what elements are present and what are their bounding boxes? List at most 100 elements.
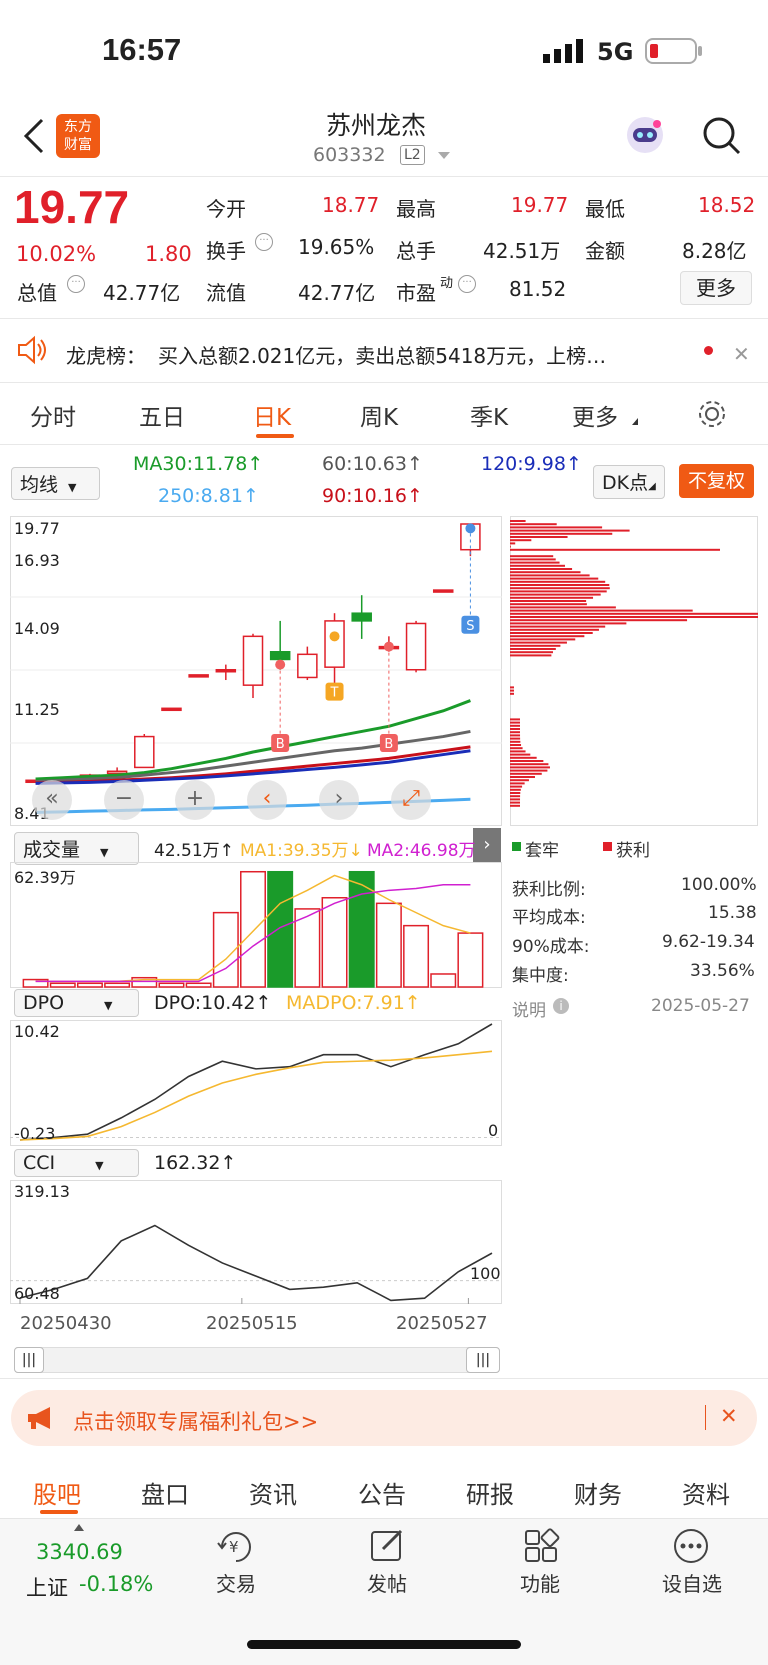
collapse-arrow-icon[interactable]: › [473,828,501,862]
candle [188,674,209,678]
index-value[interactable]: 3340.69 [36,1540,123,1564]
dist-bar [510,609,693,612]
cci-indicator-select[interactable]: CCI ▼ [14,1149,139,1177]
dist-bar [510,619,688,622]
footer-add-watchlist[interactable]: 设自选 [658,1568,726,1597]
candle [351,612,372,622]
cci-frame [10,1180,502,1304]
turnover-label: 换手 [206,239,246,263]
footer-post[interactable]: 发帖 [364,1568,410,1597]
scroll-left-button[interactable]: ‹ [247,780,287,820]
volume-bar [403,924,430,988]
volume-indicator-select[interactable]: 成交量 ▼ [14,832,139,865]
indicator-select-label: 均线 [20,474,59,496]
more-button[interactable]: 更多 [680,271,752,305]
info-icon[interactable]: ··· [458,275,476,293]
dist-bar [510,737,521,740]
kline-chart[interactable]: B B T S [10,516,502,826]
scroll-left-fast-button[interactable]: « [32,780,72,820]
volume-bar [430,973,457,988]
dpo-indicator-select[interactable]: DPO ▼ [14,989,139,1017]
info-icon[interactable]: ··· [67,275,85,293]
dist-bar [510,628,599,631]
dist-bar [510,740,521,743]
dpo-zero-label: 0 [488,1121,499,1140]
tab-5day[interactable]: 五日 [139,398,185,432]
search-icon[interactable] [702,116,742,160]
speaker-icon [16,335,48,369]
robot-assistant-icon[interactable] [624,114,666,160]
close-icon[interactable]: ✕ [733,342,750,366]
dist-bar [510,555,554,558]
scroll-right-button[interactable]: › [319,780,359,820]
ma30-line [35,699,471,781]
range-slider-track[interactable] [14,1347,500,1373]
tab-intraday[interactable]: 分时 [30,398,76,432]
dpo-chart [10,1020,502,1146]
add-watchlist-icon[interactable] [672,1527,710,1569]
volume-top-label: 62.39万 [14,868,76,887]
dist-bar [510,763,549,766]
tab-quarterly[interactable]: 季K [470,398,508,432]
trade-icon[interactable]: ¥ [216,1527,256,1569]
bottom-tab-underline [40,1510,78,1514]
dist-bar [510,766,550,769]
tab-daily[interactable]: 日K [253,398,291,432]
low-label: 最低 [585,197,625,221]
dist-bar [510,654,552,657]
zoom-out-button[interactable]: − [104,780,144,820]
promo-text[interactable]: 点击领取专属福利礼包>> [73,1406,318,1436]
notice-text[interactable]: 买入总额2.021亿元，卖出总额5418万元，上榜… [158,340,606,369]
footer-function[interactable]: 功能 [517,1568,563,1597]
dpo-top-label: 10.42 [14,1022,60,1041]
tab-weekly[interactable]: 周K [360,398,398,432]
dist-bar [510,689,514,692]
tab-more[interactable]: 更多 [572,398,618,432]
mktcap-value: 42.77亿 [103,281,181,305]
footer-trade[interactable]: 交易 [213,1568,259,1597]
function-grid-icon[interactable] [522,1527,560,1569]
volume-bar [267,870,294,988]
dist-bar [510,523,557,526]
promo-close-icon[interactable]: ✕ [720,1404,738,1428]
tab-news[interactable]: 资讯 [249,1475,297,1510]
candle [161,707,182,712]
open-value: 18.77 [322,193,380,217]
info-icon[interactable]: ··· [255,233,273,251]
t-marker-label: T [330,686,339,701]
tab-announce[interactable]: 公告 [358,1475,406,1510]
dist-bar [510,606,616,609]
tab-research[interactable]: 研报 [466,1475,514,1510]
settings-gear-icon[interactable] [697,399,727,433]
range-slider-left-handle[interactable]: ||| [14,1347,44,1373]
dist-bar [510,600,587,602]
tab-profile[interactable]: 资料 [682,1475,730,1510]
indicator-select[interactable]: 均线 ▼ [11,467,100,500]
candle [269,651,291,661]
legend-trapped: 套牢 [525,841,559,861]
range-slider-right-handle[interactable]: ||| [466,1347,500,1373]
back-icon[interactable] [22,116,46,160]
zoom-in-button[interactable]: + [175,780,215,820]
tab-pankou[interactable]: 盘口 [141,1475,189,1510]
dist-bar [510,580,606,583]
fullscreen-button[interactable]: ⤢ [391,780,431,820]
info-circle-icon[interactable]: i [553,998,569,1014]
tab-guba[interactable]: 股吧 [33,1475,81,1510]
post-edit-icon[interactable] [369,1527,407,1569]
dist-bar [510,561,560,564]
dropdown-caret-icon[interactable] [438,152,450,159]
candle [405,622,427,671]
help-note[interactable]: 说明 [512,996,546,1021]
volume-ma1: MA1:39.35万↓ [240,841,363,861]
t-dot [329,631,340,642]
level-badge[interactable]: L2 [400,145,425,165]
tab-finance[interactable]: 财务 [574,1475,622,1510]
dist-bar [510,804,521,807]
no-adjust-button[interactable]: 不复权 [679,464,754,498]
volume-chart [10,862,502,988]
change-percent: 10.02% [16,242,97,266]
dk-point-button[interactable]: DK点◢ [593,465,665,499]
volume-bar [240,870,266,988]
svg-text:¥: ¥ [229,1538,239,1556]
